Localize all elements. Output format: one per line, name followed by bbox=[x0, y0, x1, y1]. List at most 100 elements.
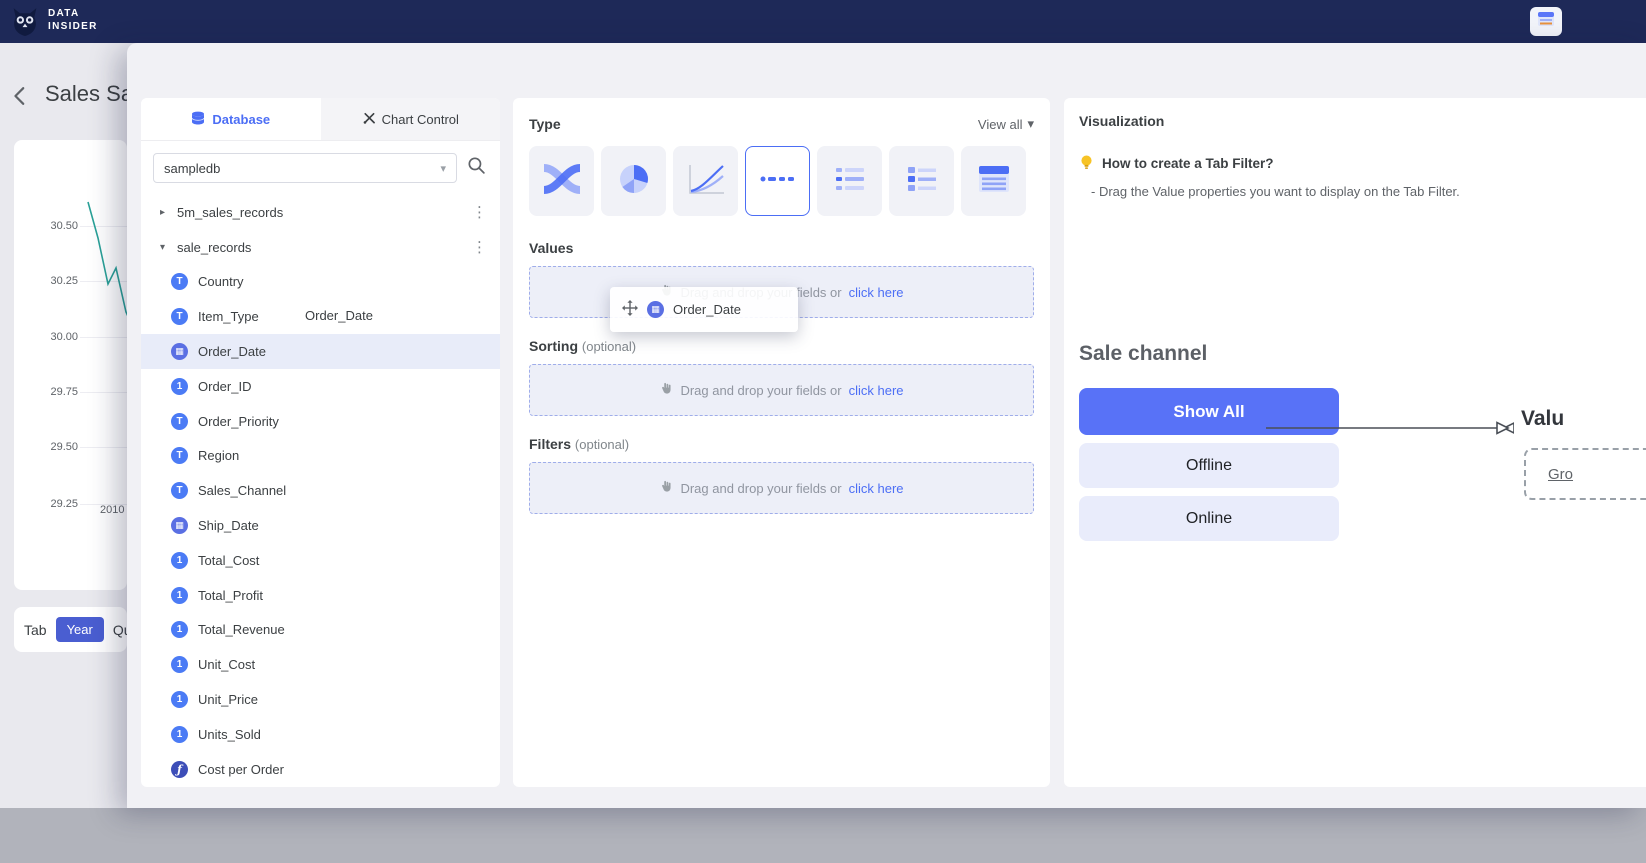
chart-type-checklist[interactable] bbox=[889, 146, 954, 216]
chart-type-pie[interactable] bbox=[601, 146, 666, 216]
expand-arrow-icon[interactable]: ▸ bbox=[160, 207, 175, 218]
dropzone-text: Drag and drop your fields or bbox=[680, 383, 841, 398]
back-button[interactable] bbox=[11, 86, 31, 111]
y-axis-tick: 30.00 bbox=[14, 331, 78, 343]
field-row-total-revenue[interactable]: 1 Total_Revenue bbox=[141, 613, 500, 648]
filter-button-offline[interactable]: Offline bbox=[1079, 443, 1339, 488]
kebab-menu-icon[interactable]: ⋮ bbox=[472, 238, 487, 256]
field-row-order-priority[interactable]: T Order_Priority bbox=[141, 404, 500, 439]
drag-source-label: Order_Date bbox=[305, 308, 373, 323]
tab-chart-control[interactable]: Chart Control bbox=[321, 98, 501, 140]
number-field-icon: 1 bbox=[171, 621, 188, 638]
sankey-chart-icon bbox=[542, 161, 582, 202]
visualization-section-label: Visualization bbox=[1079, 113, 1646, 129]
tab-granularity-tab[interactable]: Tab bbox=[24, 622, 47, 638]
owl-logo-icon bbox=[9, 5, 41, 43]
function-field-icon: ƒ bbox=[171, 761, 188, 778]
chart-type-sankey[interactable] bbox=[529, 146, 594, 216]
annotation-arrow bbox=[1262, 416, 1514, 440]
y-axis-tick: 30.50 bbox=[14, 220, 78, 232]
field-row-sales-channel[interactable]: T Sales_Channel bbox=[141, 473, 500, 508]
date-field-icon: ▦ bbox=[171, 343, 188, 360]
line-chart-icon bbox=[686, 161, 726, 202]
chart-type-tab-filter[interactable] bbox=[745, 146, 810, 216]
field-row-region[interactable]: T Region bbox=[141, 439, 500, 474]
top-navbar: DATA INSIDER bbox=[0, 0, 1646, 43]
table-grid-icon bbox=[1537, 11, 1555, 32]
field-label: Country bbox=[198, 274, 244, 289]
visualization-panel: Visualization How to create a Tab Filter… bbox=[1064, 98, 1646, 787]
dropzone-text: Drag and drop your fields or bbox=[680, 481, 841, 496]
chevron-down-icon: ▾ bbox=[440, 162, 446, 175]
y-axis-tick: 29.75 bbox=[14, 386, 78, 398]
values-section-label: Values bbox=[529, 240, 1034, 256]
dashboard-grid-button[interactable] bbox=[1530, 7, 1562, 36]
field-row-total-cost[interactable]: 1 Total_Cost bbox=[141, 543, 500, 578]
sorting-section-label: Sorting (optional) bbox=[529, 338, 1034, 354]
dropzone-click-here-link[interactable]: click here bbox=[849, 285, 904, 300]
field-row-units-sold[interactable]: 1 Units_Sold bbox=[141, 717, 500, 752]
field-label: Order_ID bbox=[198, 379, 251, 394]
chart-type-line[interactable] bbox=[673, 146, 738, 216]
pie-chart-icon bbox=[614, 161, 654, 202]
lightbulb-icon bbox=[1079, 154, 1094, 173]
drag-ghost-card[interactable]: ▦ Order_Date bbox=[610, 287, 798, 332]
brand-name: DATA INSIDER bbox=[48, 7, 98, 33]
panel-tabs: Database Chart Control bbox=[141, 98, 500, 141]
datasource-select[interactable]: sampledb ▾ bbox=[153, 153, 457, 183]
field-label: Item_Type bbox=[198, 309, 259, 324]
chart-type-list[interactable] bbox=[817, 146, 882, 216]
chevron-down-icon: ▾ bbox=[1027, 116, 1034, 132]
chart-type-picker bbox=[529, 146, 1034, 216]
filter-button-online[interactable]: Online bbox=[1079, 496, 1339, 541]
number-field-icon: 1 bbox=[171, 656, 188, 673]
table-row-5m-sales-records[interactable]: ▸ 5m_sales_records ⋮ bbox=[141, 195, 500, 230]
optional-label: (optional) bbox=[582, 339, 636, 354]
text-field-icon: T bbox=[171, 447, 188, 464]
schema-tree: ▸ 5m_sales_records ⋮ ▾ sale_records ⋮ T … bbox=[141, 195, 500, 787]
field-row-unit-price[interactable]: 1 Unit_Price bbox=[141, 682, 500, 717]
list-icon bbox=[830, 161, 870, 202]
field-label: Cost per Order bbox=[198, 762, 284, 777]
chart-type-table[interactable] bbox=[961, 146, 1026, 216]
kebab-menu-icon[interactable]: ⋮ bbox=[472, 203, 487, 221]
dropzone-click-here-link[interactable]: click here bbox=[849, 383, 904, 398]
field-row-unit-cost[interactable]: 1 Unit_Cost bbox=[141, 647, 500, 682]
chart-config-panel: Type View all ▾ bbox=[513, 98, 1050, 787]
text-field-icon: T bbox=[171, 308, 188, 325]
field-label: Order_Date bbox=[198, 344, 266, 359]
table-row-sale-records[interactable]: ▾ sale_records ⋮ bbox=[141, 230, 500, 265]
field-row-ship-date[interactable]: ▦ Ship_Date bbox=[141, 508, 500, 543]
field-label: Units_Sold bbox=[198, 727, 261, 742]
background-line-chart: 30.50 30.25 30.00 29.75 29.50 29.25 2010 bbox=[14, 140, 127, 590]
tab-granularity-year[interactable]: Year bbox=[56, 617, 104, 642]
field-label: Region bbox=[198, 448, 239, 463]
page-title: Sales Sa bbox=[45, 81, 133, 107]
tab-database[interactable]: Database bbox=[141, 98, 321, 140]
table-label: sale_records bbox=[177, 240, 472, 255]
checklist-icon bbox=[902, 161, 942, 202]
dashed-line-icon bbox=[758, 161, 798, 202]
tab-database-label: Database bbox=[212, 112, 270, 127]
granularity-switcher: Tab Year Qu bbox=[14, 607, 127, 652]
tip-row: How to create a Tab Filter? bbox=[1079, 154, 1646, 173]
dropzone-click-here-link[interactable]: click here bbox=[849, 481, 904, 496]
field-row-country[interactable]: T Country bbox=[141, 265, 500, 300]
collapse-arrow-icon[interactable]: ▾ bbox=[160, 242, 175, 253]
field-row-total-profit[interactable]: 1 Total_Profit bbox=[141, 578, 500, 613]
filters-dropzone[interactable]: Drag and drop your fields or click here bbox=[529, 462, 1034, 514]
filters-section-label: Filters (optional) bbox=[529, 436, 1034, 452]
sorting-dropzone[interactable]: Drag and drop your fields or click here bbox=[529, 364, 1034, 416]
view-all-label: View all bbox=[978, 117, 1023, 132]
field-row-cost-per-order[interactable]: ƒ Cost per Order bbox=[141, 752, 500, 787]
number-field-icon: 1 bbox=[171, 691, 188, 708]
database-panel: Database Chart Control sampledb ▾ bbox=[141, 98, 500, 787]
search-icon[interactable] bbox=[467, 156, 486, 180]
number-field-icon: 1 bbox=[171, 726, 188, 743]
field-row-order-date[interactable]: ▦ Order_Date bbox=[141, 334, 500, 369]
text-field-icon: T bbox=[171, 482, 188, 499]
type-section-label: Type bbox=[529, 116, 561, 132]
annotation-group-link[interactable]: Gro bbox=[1548, 466, 1573, 483]
field-row-order-id[interactable]: 1 Order_ID bbox=[141, 369, 500, 404]
view-all-button[interactable]: View all ▾ bbox=[978, 116, 1034, 132]
